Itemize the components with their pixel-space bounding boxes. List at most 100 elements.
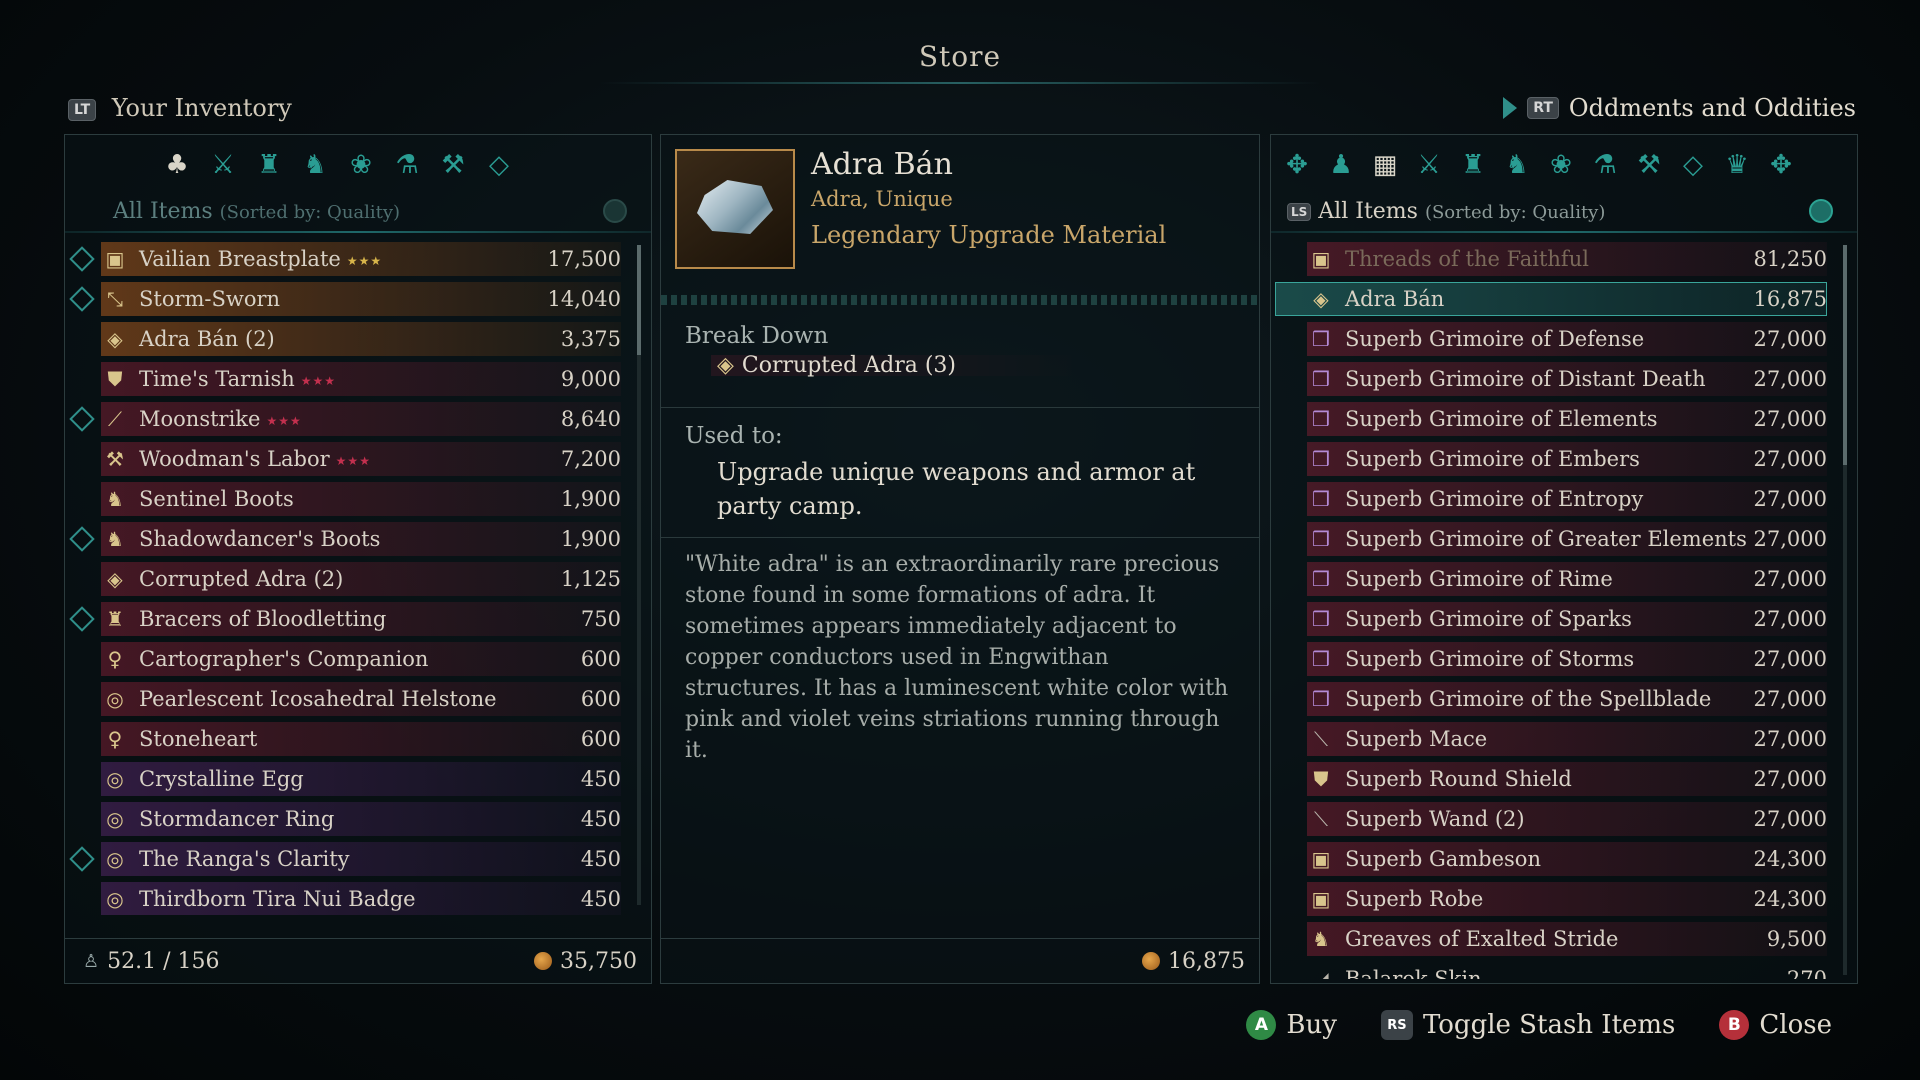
list-item[interactable]: ◎ Pearlescent Icosahedral Helstone 600 [65, 679, 651, 719]
inventory-sort-label[interactable]: (Sorted by: Quality) [220, 202, 400, 223]
gem-icon[interactable]: ◇ [1677, 149, 1709, 181]
item-name-text: Superb Grimoire of Defense [1345, 327, 1645, 351]
buy-prompt[interactable]: A Buy [1246, 1010, 1337, 1040]
list-item[interactable]: ▣ Vailian Breastplate ★★★ 17,500 [65, 239, 651, 279]
section-divider [661, 407, 1259, 408]
armor-icon[interactable]: ♜ [253, 149, 285, 181]
left-nav-icon[interactable]: ✥ [1281, 149, 1313, 181]
consumables-icon[interactable]: ⚗ [391, 149, 423, 181]
a-button-icon: A [1246, 1010, 1277, 1040]
list-item[interactable]: ◎ Stormdancer Ring 450 [65, 799, 651, 839]
break-down-item: Corrupted Adra (3) [741, 353, 956, 378]
list-item[interactable]: ▣ Superb Gambeson 24,300 [1271, 839, 1857, 879]
list-item[interactable]: ⤡ Storm-Sworn 14,040 [65, 279, 651, 319]
merchant-header[interactable]: RT Oddments and Oddities [1503, 94, 1856, 122]
item-price: 450 [580, 887, 621, 911]
list-item[interactable]: ⟋ Moonstrike ★★★ 8,640 [65, 399, 651, 439]
chest-armor-icon: ▣ [1311, 247, 1331, 271]
list-item[interactable]: ⛊ Superb Round Shield 27,000 [1271, 759, 1857, 799]
item-name: Cartographer's Companion [139, 647, 428, 671]
list-item[interactable]: ❒ Superb Grimoire of Greater Elements 27,0… [1271, 519, 1857, 559]
list-item[interactable]: ♞ Greaves of Exalted Stride 9,500 [1271, 919, 1857, 959]
scrollbar-thumb[interactable] [637, 245, 641, 355]
list-item[interactable]: ⟍ Superb Mace 27,000 [1271, 719, 1857, 759]
grimoire-icon: ❒ [1312, 407, 1330, 431]
list-item[interactable]: ❒ Superb Grimoire of Storms 27,000 [1271, 639, 1857, 679]
globe-icon[interactable] [603, 199, 627, 223]
list-item[interactable]: ⛊ Time's Tarnish ★★★ 9,000 [65, 359, 651, 399]
globe-icon[interactable] [1809, 199, 1833, 223]
loot-bag-icon[interactable]: ♣ [161, 149, 193, 181]
grimoire-icon: ❒ [1312, 647, 1330, 671]
item-name-text: Superb Grimoire of Distant Death [1345, 367, 1706, 391]
item-price: 27,000 [1753, 687, 1827, 711]
list-item[interactable]: ♞ Sentinel Boots 1,900 [65, 479, 651, 519]
mace-icon: ⟍ [1314, 727, 1328, 751]
list-item[interactable]: ❒ Superb Grimoire of Sparks 27,000 [1271, 599, 1857, 639]
detail-footer: 16,875 [661, 939, 1259, 983]
right-nav-icon[interactable]: ✥ [1765, 149, 1797, 181]
item-name-text: Moonstrike [139, 407, 261, 431]
list-item[interactable]: ⚒ Woodman's Labor ★★★ 7,200 [65, 439, 651, 479]
grimoire-icon: ❒ [1312, 687, 1330, 711]
list-item[interactable]: ◈ Adra Bán (2) 3,375 [65, 319, 651, 359]
list-item[interactable]: ◎ Thirdborn Tira Nui Badge 450 [65, 879, 651, 915]
armor-icon[interactable]: ♜ [1457, 149, 1489, 181]
item-name-text: Superb Mace [1345, 727, 1488, 751]
weapons-icon[interactable]: ⚔ [1413, 149, 1445, 181]
list-item[interactable]: ◢ Balarok Skin 270 [1271, 959, 1857, 979]
item-name-text: Adra Bán [1345, 287, 1445, 311]
item-name: Balarok Skin [1345, 967, 1482, 979]
toggle-stash-items-prompt[interactable]: RS Toggle Stash Items [1380, 1010, 1675, 1040]
jewelry-icon[interactable]: ❀ [1545, 149, 1577, 181]
merchant-scrollbar[interactable] [1843, 245, 1847, 975]
weapons-icon[interactable]: ⚔ [207, 149, 239, 181]
list-item[interactable]: ♀ Stoneheart 600 [65, 719, 651, 759]
gold-display: 35,750 [534, 949, 637, 974]
inventory-header[interactable]: LT Your Inventory [68, 94, 292, 122]
list-item[interactable]: ♜ Bracers of Bloodletting 750 [65, 599, 651, 639]
pouch-icon[interactable]: ♟ [1325, 149, 1357, 181]
inventory-scrollbar[interactable] [637, 245, 641, 905]
ring-icon: ◎ [106, 887, 124, 911]
close-prompt[interactable]: B Close [1719, 1010, 1832, 1040]
item-price: 1,900 [560, 487, 621, 511]
nav-arrow-icon[interactable] [1503, 97, 1518, 119]
consumables-icon[interactable]: ⚗ [1589, 149, 1621, 181]
list-item[interactable]: ❒ Superb Grimoire of the Spellblade 27,000 [1271, 679, 1857, 719]
list-item[interactable]: ◎ The Ranga's Clarity 450 [65, 839, 651, 879]
boots-icon: ♞ [106, 487, 124, 511]
list-item[interactable]: ❒ Superb Grimoire of Entropy 27,000 [1271, 479, 1857, 519]
item-name-text: Woodman's Labor [139, 447, 330, 471]
list-item[interactable]: ❒ Superb Grimoire of Distant Death 27,000 [1271, 359, 1857, 399]
list-item[interactable]: ❒ Superb Grimoire of Defense 27,000 [1271, 319, 1857, 359]
list-item[interactable]: ❒ Superb Grimoire of Embers 27,000 [1271, 439, 1857, 479]
list-item[interactable]: ▣ Threads of the Faithful 81,250 [1271, 239, 1857, 279]
item-category: Legendary Upgrade Material [811, 221, 1167, 249]
grimoire-icon: ❒ [1312, 567, 1330, 591]
item-name: Superb Grimoire of Rime [1345, 567, 1613, 591]
list-item[interactable]: ▣ Superb Robe 24,300 [1271, 879, 1857, 919]
jewelry-icon[interactable]: ❀ [345, 149, 377, 181]
item-name-text: Stoneheart [139, 727, 258, 751]
list-item[interactable]: ❒ Superb Grimoire of Elements 27,000 [1271, 399, 1857, 439]
gem-icon[interactable]: ◇ [483, 149, 515, 181]
crafting-icon[interactable]: ⚒ [437, 149, 469, 181]
scrollbar-thumb[interactable] [1843, 245, 1847, 465]
list-item[interactable]: ♞ Shadowdancer's Boots 1,900 [65, 519, 651, 559]
boots-icon[interactable]: ♞ [1501, 149, 1533, 181]
list-item[interactable]: ⟍ Superb Wand (2) 27,000 [1271, 799, 1857, 839]
item-price: 17,500 [547, 247, 621, 271]
list-item[interactable]: ◈ Corrupted Adra (2) 1,125 [65, 559, 651, 599]
list-item[interactable]: ◈ Adra Bán 16,875 [1271, 279, 1857, 319]
merchant-sort-label[interactable]: (Sorted by: Quality) [1425, 202, 1605, 223]
boots-icon[interactable]: ♞ [299, 149, 331, 181]
list-item[interactable]: ❒ Superb Grimoire of Rime 27,000 [1271, 559, 1857, 599]
list-item[interactable]: ◎ Crystalline Egg 450 [65, 759, 651, 799]
chest-icon[interactable]: ▦ [1369, 149, 1401, 181]
list-item[interactable]: ♀ Cartographer's Companion 600 [65, 639, 651, 679]
crown-icon[interactable]: ♛ [1721, 149, 1753, 181]
item-detail-panel: Adra Bán Adra, Unique Legendary Upgrade … [660, 134, 1260, 984]
quality-stars: ★★★ [346, 253, 383, 268]
crafting-icon[interactable]: ⚒ [1633, 149, 1665, 181]
